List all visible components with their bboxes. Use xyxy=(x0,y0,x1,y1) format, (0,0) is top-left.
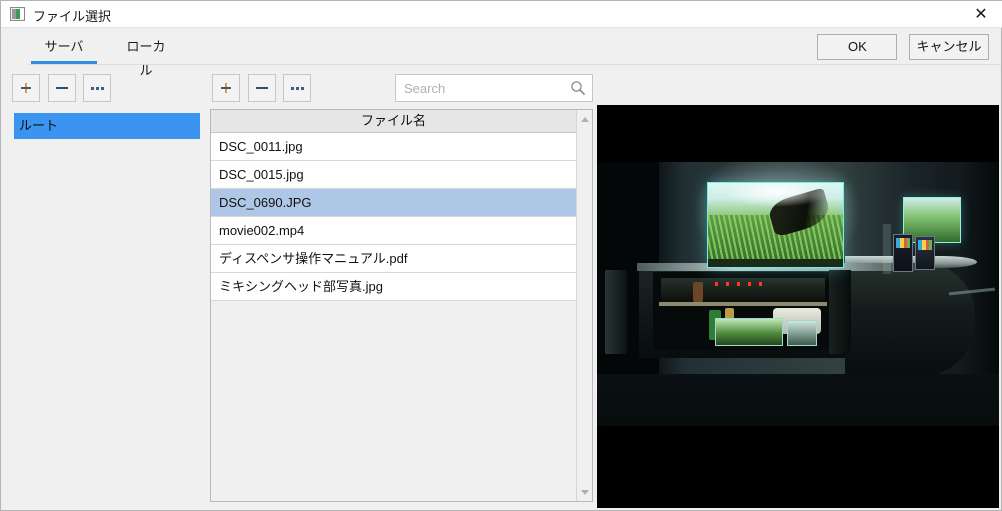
title-bar: ファイル選択 ✕ xyxy=(1,1,1002,28)
preview-photo xyxy=(597,162,999,426)
minus-icon xyxy=(249,75,275,101)
list-remove-button[interactable] xyxy=(247,74,276,102)
search-input[interactable] xyxy=(396,75,564,101)
list-toolbar xyxy=(212,74,315,102)
minus-icon xyxy=(49,75,75,101)
file-list-scrollbar[interactable] xyxy=(576,110,592,501)
scroll-up-arrow-icon[interactable] xyxy=(577,111,593,127)
tree-remove-button[interactable] xyxy=(47,74,76,102)
dialog-button-group: OK キャンセル xyxy=(809,34,989,60)
table-row[interactable]: ディスペンサ操作マニュアル.pdf xyxy=(211,245,576,273)
table-row[interactable]: ミキシングヘッド部写真.jpg xyxy=(211,273,576,301)
tab-local-label: ローカル xyxy=(126,39,166,78)
table-row[interactable]: DSC_0015.jpg xyxy=(211,161,576,189)
image-preview-pane[interactable] xyxy=(597,105,999,508)
tree-toolbar xyxy=(12,74,115,102)
list-more-button[interactable] xyxy=(283,74,312,102)
ellipsis-icon xyxy=(84,75,110,101)
column-header-filename[interactable]: ファイル名 xyxy=(211,110,576,133)
image-file-icon xyxy=(10,7,25,21)
list-add-button[interactable] xyxy=(212,74,240,102)
tree-more-button[interactable] xyxy=(83,74,112,102)
plus-icon xyxy=(213,75,239,101)
tree-add-button[interactable] xyxy=(12,74,40,102)
search-box xyxy=(395,74,593,102)
folder-tree-panel: ルート xyxy=(1,109,205,504)
table-row[interactable]: movie002.mp4 xyxy=(211,217,576,245)
ok-button[interactable]: OK xyxy=(817,34,898,60)
file-list-panel: ファイル名 DSC_0011.jpg DSC_0015.jpg DSC_0690.J… xyxy=(210,109,593,502)
tab-server-label: サーバ xyxy=(44,39,84,54)
window-title: ファイル選択 xyxy=(33,9,112,24)
tab-server[interactable]: サーバ xyxy=(23,35,105,65)
ellipsis-icon xyxy=(284,75,310,101)
search-icon[interactable] xyxy=(570,80,586,96)
table-row[interactable]: DSC_0011.jpg xyxy=(211,133,576,161)
close-icon[interactable]: ✕ xyxy=(959,1,1002,27)
tab-local[interactable]: ローカル xyxy=(105,35,187,78)
tree-item-root[interactable]: ルート xyxy=(14,113,200,139)
file-selection-dialog: ファイル選択 ✕ サーバ ローカル OK キャンセル Search ルート ファ… xyxy=(0,0,1002,511)
file-list-rows: DSC_0011.jpg DSC_0015.jpg DSC_0690.JPG movi… xyxy=(211,133,576,301)
scroll-down-arrow-icon[interactable] xyxy=(577,484,593,500)
plus-icon xyxy=(13,75,39,101)
cancel-button[interactable]: キャンセル xyxy=(909,34,989,60)
table-row[interactable]: DSC_0690.JPG xyxy=(211,189,576,217)
tab-divider xyxy=(29,64,1001,65)
